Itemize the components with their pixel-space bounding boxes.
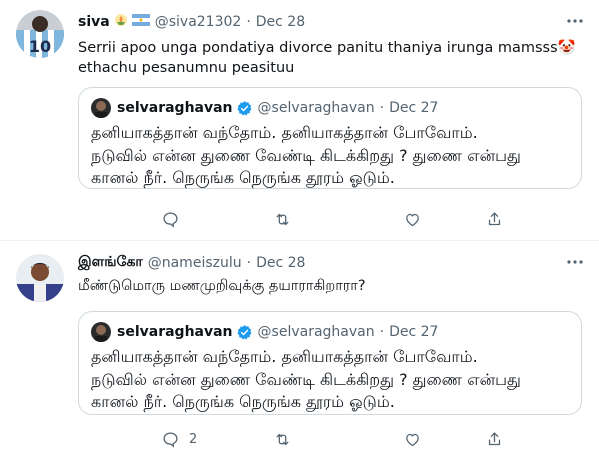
separator-dot: · [379, 100, 385, 116]
quote-date: Dec 27 [389, 324, 439, 340]
tweet-actions: 2 [78, 428, 508, 450]
tweet[interactable]: 10 siva @siva21302 · Dec 28 Serrii apoo … [0, 0, 599, 240]
verified-badge-icon [236, 324, 253, 341]
tweet-header: siva @siva21302 · Dec 28 [78, 12, 305, 32]
quote-text-line: தனியாகத்தான் வந்தோம். தனியாகத்தான் போவோம… [91, 347, 478, 366]
lotus-icon [114, 13, 128, 31]
tweet-date[interactable]: Dec 28 [256, 255, 305, 271]
quote-author-name: selvaraghavan [117, 100, 233, 116]
quote-header: selvaraghavan @selvaraghavan · Dec 27 [117, 322, 438, 342]
tweet-text: மீண்டுமொரு மணமுறிவுக்கு தயாராகிறாரா? [78, 278, 366, 294]
quote-author-handle: @selvaraghavan [257, 100, 375, 116]
share-button[interactable] [486, 428, 503, 450]
retweet-button[interactable] [274, 208, 301, 230]
like-button[interactable] [404, 208, 431, 230]
reply-count: 2 [189, 431, 198, 447]
quote-text-line: தனியாகத்தான் வந்தோம். தனியாகத்தான் போவோம… [91, 123, 478, 142]
reply-icon [163, 211, 178, 227]
quote-text-line: கானல் நீர். நெருங்க நெருங்க தூரம் ஓடும். [91, 392, 395, 411]
quote-text: தனியாகத்தான் வந்தோம். தனியாகத்தான் போவோம… [91, 346, 571, 414]
author-name[interactable]: இளங்கோ [78, 254, 143, 272]
avatar [91, 322, 111, 342]
reply-button[interactable]: 2 [162, 428, 197, 450]
tweet-date[interactable]: Dec 28 [256, 14, 305, 30]
heart-icon [406, 433, 419, 446]
svg-text:10: 10 [29, 37, 51, 56]
quote-text-line: நடுவில் என்ன துணை வேண்டி கிடக்கிறது ? து… [91, 369, 521, 389]
tweet[interactable]: இளங்கோ @nameiszulu · Dec 28 மீண்டுமொரு ம… [0, 241, 599, 460]
retweet-icon [276, 433, 289, 445]
quoted-tweet[interactable]: selvaraghavan @selvaraghavan · Dec 27 தன… [78, 311, 582, 415]
author-handle[interactable]: @nameiszulu [148, 255, 242, 271]
avatar[interactable]: 10 [16, 10, 64, 58]
tweet-actions [78, 208, 508, 230]
separator-dot: · [379, 324, 385, 340]
quote-author-name: selvaraghavan [117, 324, 233, 340]
verified-badge-icon [236, 100, 253, 117]
reply-icon [163, 431, 178, 447]
author-handle[interactable]: @siva21302 [155, 14, 242, 30]
share-button[interactable] [486, 208, 503, 230]
quote-text-line: நடுவில் என்ன துணை வேண்டி கிடக்கிறது ? து… [91, 145, 521, 165]
quote-author-handle: @selvaraghavan [257, 324, 375, 340]
quote-date: Dec 27 [389, 100, 439, 116]
share-icon [488, 431, 501, 445]
separator-dot: · [246, 255, 252, 271]
avatar[interactable] [16, 254, 64, 302]
argentina-flag-icon [131, 14, 150, 30]
quote-header: selvaraghavan @selvaraghavan · Dec 27 [117, 98, 438, 118]
heart-icon [406, 213, 419, 226]
quote-text-line: கானல் நீர். நெருங்க நெருங்க தூரம் ஓடும். [91, 168, 395, 187]
quoted-tweet[interactable]: selvaraghavan @selvaraghavan · Dec 27 தன… [78, 87, 582, 189]
tweet-text: Serrii apoo unga pondatiya divorce panit… [78, 40, 576, 76]
share-icon [488, 211, 501, 225]
tweet-header: இளங்கோ @nameiszulu · Dec 28 [78, 253, 305, 273]
more-horizontal-icon[interactable] [565, 12, 585, 32]
quote-text: தனியாகத்தான் வந்தோம். தனியாகத்தான் போவோம… [91, 122, 571, 190]
reply-button[interactable] [162, 208, 189, 230]
more-horizontal-icon[interactable] [565, 253, 585, 273]
retweet-icon [276, 213, 289, 225]
like-button[interactable] [404, 428, 431, 450]
avatar [91, 98, 111, 118]
retweet-button[interactable] [274, 428, 301, 450]
separator-dot: · [246, 14, 251, 30]
author-name[interactable]: siva [78, 14, 110, 30]
